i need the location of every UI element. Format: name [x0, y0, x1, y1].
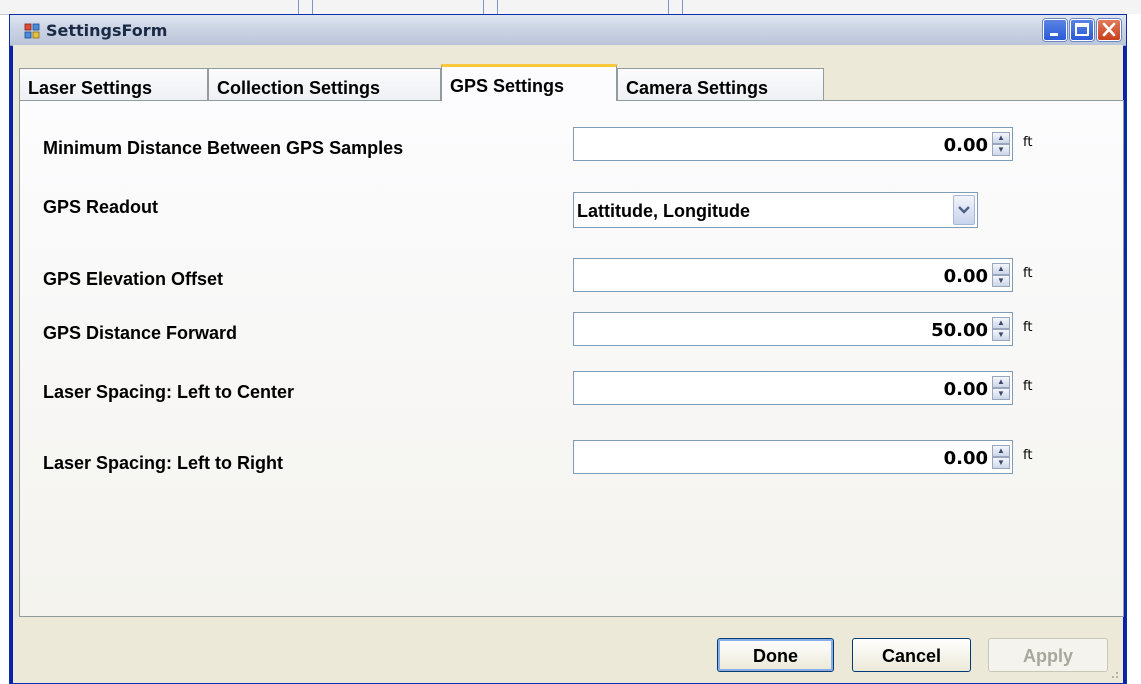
min-distance-value[interactable]: 0.00: [944, 135, 988, 156]
min-distance-unit: ft: [1023, 135, 1033, 150]
distance-forward-label: GPS Distance Forward: [43, 323, 238, 343]
left-to-right-label: Laser Spacing: Left to Right: [43, 453, 284, 473]
elevation-offset-spin-buttons[interactable]: ▲ ▼: [992, 263, 1010, 287]
close-button[interactable]: [1097, 19, 1121, 41]
left-to-right-spin-buttons[interactable]: ▲ ▼: [992, 445, 1010, 469]
tab-laser-settings[interactable]: Laser Settings: [19, 68, 208, 100]
left-to-center-spin-buttons[interactable]: ▲ ▼: [992, 376, 1010, 400]
elevation-offset-stepper[interactable]: 0.00 ▲ ▼: [573, 258, 1013, 292]
spin-down-icon[interactable]: ▼: [992, 275, 1010, 287]
app-window-icon: [24, 23, 40, 39]
spin-up-icon[interactable]: ▲: [992, 376, 1010, 388]
spin-up-icon[interactable]: ▲: [992, 445, 1010, 457]
left-to-right-unit: ft: [1023, 448, 1033, 463]
cancel-button[interactable]: Cancel: [852, 638, 971, 672]
left-to-center-label: Laser Spacing: Left to Center: [43, 382, 295, 402]
gps-readout-label: GPS Readout: [43, 197, 159, 217]
left-to-center-stepper[interactable]: 0.00 ▲ ▼: [573, 371, 1013, 405]
spin-up-icon[interactable]: ▲: [992, 132, 1010, 144]
left-to-center-value[interactable]: 0.00: [944, 379, 988, 400]
resize-grip-icon[interactable]: [1107, 667, 1119, 679]
tab-camera-settings[interactable]: Camera Settings: [617, 68, 824, 100]
gps-settings-panel: Minimum Distance Between GPS Samples 0.0…: [19, 100, 1124, 617]
window-client-area: Laser Settings Collection Settings GPS S…: [13, 45, 1124, 683]
tab-collection-settings[interactable]: Collection Settings: [208, 68, 441, 100]
min-distance-spin-buttons[interactable]: ▲ ▼: [992, 132, 1010, 156]
gps-readout-dropdown-button[interactable]: [953, 195, 975, 225]
background-divider: [483, 0, 484, 14]
distance-forward-value[interactable]: 50.00: [931, 320, 988, 341]
background-divider: [497, 0, 498, 14]
spin-down-icon[interactable]: ▼: [992, 457, 1010, 469]
distance-forward-unit: ft: [1023, 320, 1033, 335]
maximize-button[interactable]: [1070, 19, 1094, 41]
distance-forward-stepper[interactable]: 50.00 ▲ ▼: [573, 312, 1013, 346]
settings-window: SettingsForm Laser Settings Collection S…: [9, 14, 1127, 684]
close-icon: [1102, 22, 1116, 37]
background-divider: [298, 0, 299, 14]
background-toolbar: [0, 0, 1141, 15]
window-title: SettingsForm: [46, 21, 168, 40]
distance-forward-spin-buttons[interactable]: ▲ ▼: [992, 317, 1010, 341]
minimize-icon: [1050, 33, 1058, 36]
left-to-right-value[interactable]: 0.00: [944, 448, 988, 469]
background-divider: [682, 0, 683, 14]
elevation-offset-value[interactable]: 0.00: [944, 266, 988, 287]
background-divider: [668, 0, 669, 14]
apply-button[interactable]: Apply: [988, 638, 1108, 672]
min-distance-stepper[interactable]: 0.00 ▲ ▼: [573, 127, 1013, 161]
maximize-icon: [1075, 23, 1089, 36]
left-to-center-unit: ft: [1023, 379, 1033, 394]
chevron-down-icon: [958, 206, 970, 214]
background-divider: [312, 0, 313, 14]
gps-readout-select[interactable]: Lattitude, Longitude: [573, 192, 978, 228]
spin-down-icon[interactable]: ▼: [992, 329, 1010, 341]
spin-down-icon[interactable]: ▼: [992, 144, 1010, 156]
spin-up-icon[interactable]: ▲: [992, 263, 1010, 275]
minimize-button[interactable]: [1043, 19, 1067, 41]
min-distance-label: Minimum Distance Between GPS Samples: [43, 138, 404, 158]
left-to-right-stepper[interactable]: 0.00 ▲ ▼: [573, 440, 1013, 474]
gps-readout-value: Lattitude, Longitude: [577, 201, 750, 221]
done-button[interactable]: Done: [717, 638, 834, 672]
spin-down-icon[interactable]: ▼: [992, 388, 1010, 400]
title-bar[interactable]: SettingsForm: [10, 15, 1126, 46]
tab-gps-settings[interactable]: GPS Settings: [441, 64, 617, 101]
elevation-offset-unit: ft: [1023, 266, 1033, 281]
elevation-offset-label: GPS Elevation Offset: [43, 269, 224, 289]
spin-up-icon[interactable]: ▲: [992, 317, 1010, 329]
